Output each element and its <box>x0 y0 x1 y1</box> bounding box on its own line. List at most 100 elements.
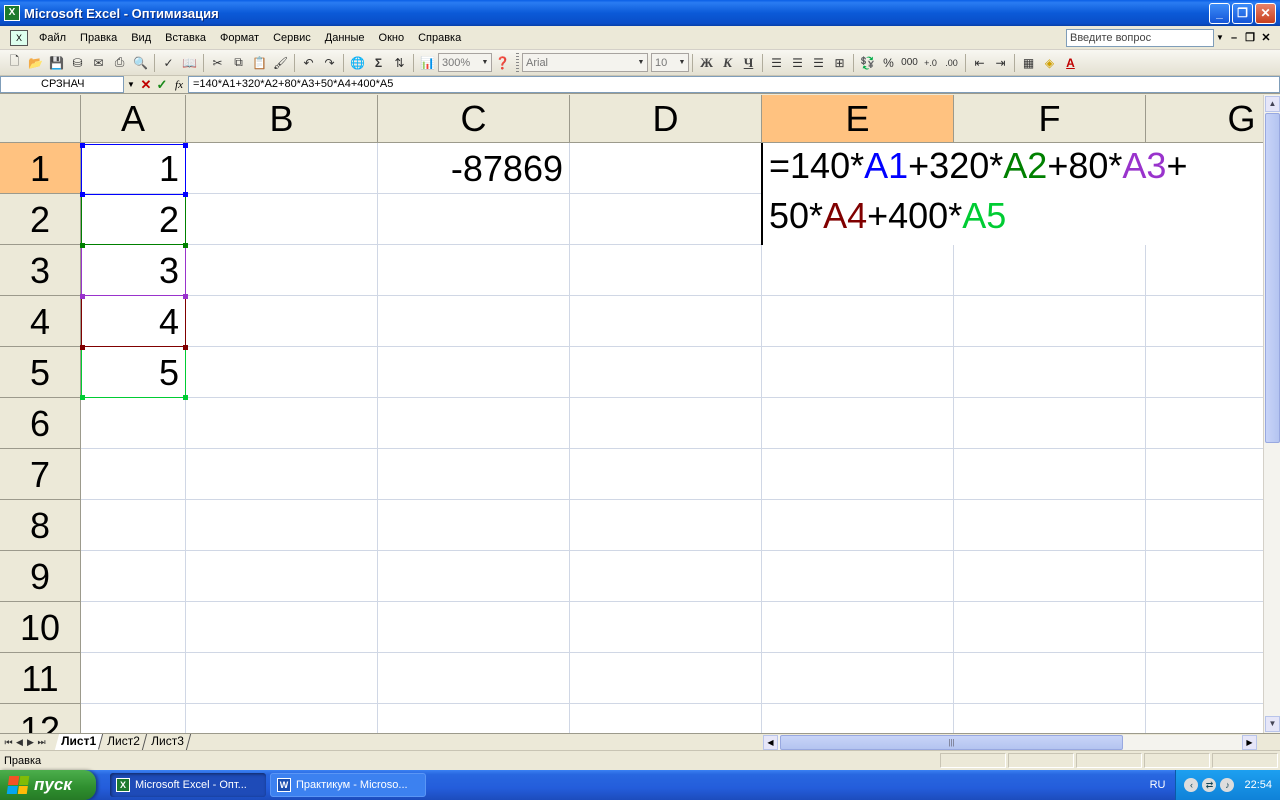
cell-a3[interactable]: 3 <box>81 245 186 296</box>
row-header-9[interactable]: 9 <box>0 551 81 602</box>
chevron-left-icon[interactable]: ‹ <box>1184 778 1199 792</box>
chevron-down-icon[interactable]: ▼ <box>124 80 138 89</box>
print-icon[interactable]: ⎙ <box>109 53 130 73</box>
menu-window[interactable]: Окно <box>372 27 412 49</box>
restore-button[interactable]: ❐ <box>1232 2 1253 24</box>
font-size-select[interactable]: 10 ▼ <box>651 53 689 72</box>
row-header-4[interactable]: 4 <box>0 296 81 347</box>
language-indicator[interactable]: RU <box>1150 779 1166 791</box>
doc-restore-button[interactable]: ❐ <box>1242 31 1258 44</box>
menu-tools[interactable]: Сервис <box>266 27 318 49</box>
bold-button[interactable]: Ж <box>696 53 717 73</box>
align-center-icon[interactable]: ☰ <box>787 53 808 73</box>
currency-icon[interactable]: 💱 <box>857 53 878 73</box>
enter-icon[interactable]: ✓ <box>154 77 170 93</box>
prev-sheet-icon[interactable]: ◀ <box>14 737 25 748</box>
sheet-tab-2[interactable]: Лист2 <box>100 734 147 750</box>
scroll-up-icon[interactable]: ▲ <box>1265 96 1280 112</box>
column-header-a[interactable]: A <box>81 95 186 143</box>
font-name-select[interactable]: Arial ▼ <box>522 53 648 72</box>
hyperlink-icon[interactable]: 🌐 <box>347 53 368 73</box>
redo-icon[interactable]: ↷ <box>319 53 340 73</box>
chevron-down-icon[interactable]: ▼ <box>1214 29 1226 47</box>
row-header-8[interactable]: 8 <box>0 500 81 551</box>
taskbar-item-word[interactable]: W Практикум - Microso... <box>270 773 426 797</box>
chart-wizard-icon[interactable]: 📊 <box>417 53 438 73</box>
network-icon[interactable]: ⇄ <box>1202 778 1217 792</box>
font-color-icon[interactable]: A <box>1060 53 1081 73</box>
copy-icon[interactable]: ⧉ <box>228 53 249 73</box>
cut-icon[interactable]: ✂ <box>207 53 228 73</box>
sheet-tab-1[interactable]: Лист1 <box>54 734 104 750</box>
underline-button[interactable]: Ч <box>738 53 759 73</box>
first-sheet-icon[interactable]: ⏮ <box>3 737 14 748</box>
speaker-icon[interactable]: ♪ <box>1220 778 1235 792</box>
new-icon[interactable]: 🗋 <box>4 53 25 73</box>
row-header-3[interactable]: 3 <box>0 245 81 296</box>
row-header-12[interactable]: 12 <box>0 704 81 733</box>
align-left-icon[interactable]: ☰ <box>766 53 787 73</box>
email-icon[interactable]: ✉ <box>88 53 109 73</box>
vertical-scrollbar[interactable]: ▲ ▼ <box>1263 95 1280 733</box>
align-right-icon[interactable]: ☰ <box>808 53 829 73</box>
borders-icon[interactable]: ▦ <box>1018 53 1039 73</box>
autosum-icon[interactable]: Σ <box>368 53 389 73</box>
column-header-d[interactable]: D <box>570 95 762 143</box>
menu-view[interactable]: Вид <box>124 27 158 49</box>
name-box[interactable]: СРЗНАЧ <box>0 76 124 93</box>
cell-e1-editor[interactable]: =140*A1+320*A2+80*A3+ 50*A4+400*A5 <box>761 143 1263 245</box>
row-header-7[interactable]: 7 <box>0 449 81 500</box>
select-all-button[interactable] <box>0 95 81 143</box>
decrease-indent-icon[interactable]: ⇤ <box>969 53 990 73</box>
scroll-right-icon[interactable]: ▶ <box>1242 735 1257 750</box>
cell-a4[interactable]: 4 <box>81 296 186 347</box>
row-header-6[interactable]: 6 <box>0 398 81 449</box>
format-painter-icon[interactable]: 🖌 <box>270 53 291 73</box>
start-button[interactable]: пуск <box>0 770 96 800</box>
paste-icon[interactable]: 📋 <box>249 53 270 73</box>
row-header-11[interactable]: 11 <box>0 653 81 704</box>
row-header-5[interactable]: 5 <box>0 347 81 398</box>
column-header-c[interactable]: C <box>378 95 570 143</box>
italic-button[interactable]: К <box>717 53 738 73</box>
taskbar-item-excel[interactable]: X Microsoft Excel - Опт... <box>110 773 266 797</box>
fill-color-icon[interactable]: ◈ <box>1039 53 1060 73</box>
cell-a2[interactable]: 2 <box>81 194 186 245</box>
menu-file[interactable]: Файл <box>32 27 73 49</box>
column-header-g[interactable]: G <box>1146 95 1263 143</box>
increase-decimal-icon[interactable]: +.0 <box>920 53 941 73</box>
row-header-10[interactable]: 10 <box>0 602 81 653</box>
clock[interactable]: 22:54 <box>1244 779 1272 791</box>
help-icon[interactable]: ❓ <box>492 53 513 73</box>
sheet-tab-3[interactable]: Лист3 <box>144 734 191 750</box>
cell-c1[interactable]: -87869 <box>378 143 570 194</box>
last-sheet-icon[interactable]: ⏭ <box>36 737 47 748</box>
open-icon[interactable]: 📂 <box>25 53 46 73</box>
menu-data[interactable]: Данные <box>318 27 372 49</box>
permission-icon[interactable]: ⛁ <box>67 53 88 73</box>
menu-format[interactable]: Формат <box>213 27 266 49</box>
zoom-select[interactable]: 300% ▼ <box>438 53 492 72</box>
research-icon[interactable]: 📖 <box>179 53 200 73</box>
scroll-down-icon[interactable]: ▼ <box>1265 716 1280 732</box>
cell-a1[interactable]: 1 <box>81 143 186 194</box>
column-header-f[interactable]: F <box>954 95 1146 143</box>
horizontal-scrollbar[interactable]: ◀ ||| ▶ <box>763 735 1257 750</box>
worksheet-grid[interactable]: A B C D E F G 1 2 3 4 5 6 7 8 9 10 11 12… <box>0 95 1263 733</box>
sort-icon[interactable]: ⇅ <box>389 53 410 73</box>
next-sheet-icon[interactable]: ▶ <box>25 737 36 748</box>
column-header-e[interactable]: E <box>762 95 954 143</box>
menu-help[interactable]: Справка <box>411 27 468 49</box>
row-header-2[interactable]: 2 <box>0 194 81 245</box>
toolbar-grip[interactable] <box>516 52 519 73</box>
cell-a5[interactable]: 5 <box>81 347 186 398</box>
menu-insert[interactable]: Вставка <box>158 27 213 49</box>
workbook-icon[interactable]: X <box>10 29 28 46</box>
formula-input[interactable]: =140*A1+320*A2+80*A3+50*A4+400*A5 <box>188 76 1280 93</box>
spelling-icon[interactable]: ✓ <box>158 53 179 73</box>
column-header-b[interactable]: B <box>186 95 378 143</box>
percent-button[interactable]: % <box>878 53 899 73</box>
menu-edit[interactable]: Правка <box>73 27 124 49</box>
horizontal-scroll-thumb[interactable]: ||| <box>780 735 1123 750</box>
doc-close-button[interactable]: ✕ <box>1258 31 1274 44</box>
